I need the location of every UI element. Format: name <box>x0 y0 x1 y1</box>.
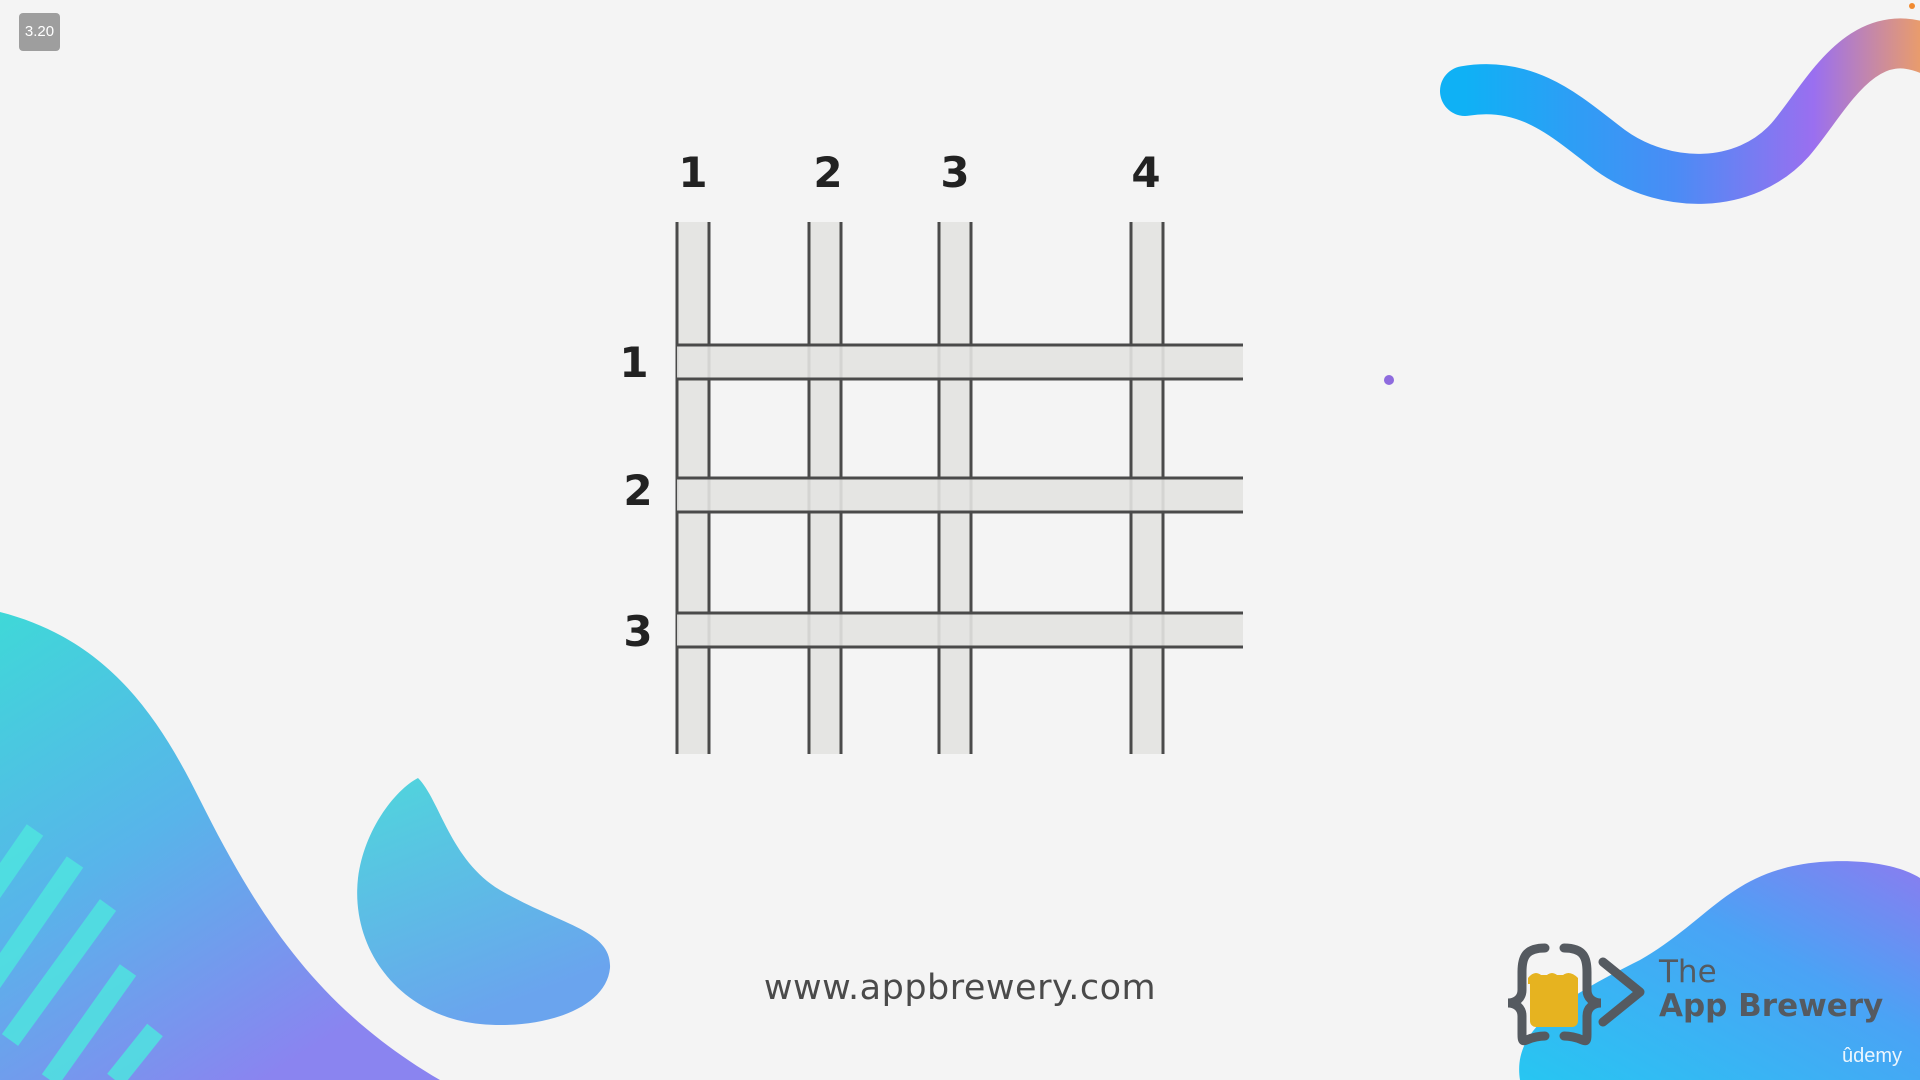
row-line-3 <box>677 613 1243 647</box>
orange-dot <box>1909 3 1915 9</box>
row-labels: 1 2 3 <box>619 338 652 656</box>
playback-speed-badge[interactable]: 3.20 <box>19 13 60 51</box>
column-label-3: 3 <box>940 148 969 197</box>
grid-lines <box>675 222 1243 754</box>
column-label-1: 1 <box>678 148 707 197</box>
row-label-2: 2 <box>623 466 652 515</box>
column-labels: 1 2 3 4 <box>678 148 1160 197</box>
purple-dot <box>1384 375 1394 385</box>
decorative-wave <box>1440 18 1920 204</box>
slide-canvas: 1 2 3 4 1 2 3 <box>0 3 1920 1080</box>
row-label-1: 1 <box>619 338 648 387</box>
brand-line-the: The <box>1659 954 1717 990</box>
row-label-3: 3 <box>623 607 652 656</box>
row-line-2 <box>677 478 1243 512</box>
column-label-4: 4 <box>1131 148 1160 197</box>
udemy-watermark: ûdemy <box>1842 1045 1903 1067</box>
column-label-2: 2 <box>813 148 842 197</box>
website-url: www.appbrewery.com <box>763 968 1157 1008</box>
brand-name: App Brewery <box>1659 988 1884 1024</box>
row-line-1 <box>677 345 1243 379</box>
